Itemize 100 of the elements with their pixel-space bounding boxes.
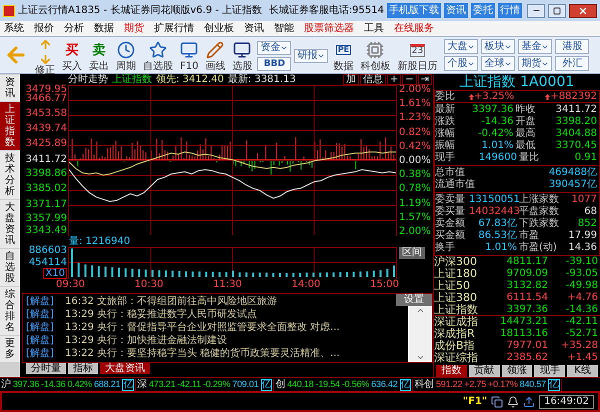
menu-item[interactable]: 报价 xyxy=(34,24,54,34)
toolbar-button[interactable]: 科创板 xyxy=(358,38,392,72)
quote-label: 平盘家数 xyxy=(519,206,560,218)
index-name[interactable]: 上证指数 xyxy=(434,304,486,316)
header-link-button[interactable]: 行情 xyxy=(498,3,522,18)
index-name[interactable]: 上证50 xyxy=(434,280,486,292)
toolbar-button[interactable]: 自选股 xyxy=(141,38,175,72)
news-headline[interactable]: 央行：稳妥推进数字人民币研发试点 xyxy=(97,310,257,320)
quote-value: 149600 xyxy=(478,152,517,164)
dropdown-button[interactable]: 资金 xyxy=(257,40,292,54)
quote-tab[interactable]: 指数 xyxy=(436,365,467,377)
chart-tool-button[interactable]: 加 xyxy=(342,74,359,85)
news-headline[interactable]: 央行：加快推进金融法制建设 xyxy=(97,336,227,346)
market-button[interactable]: 期货 xyxy=(518,56,552,71)
market-button[interactable]: 个股 xyxy=(444,56,478,71)
toolbar-button[interactable]: 卖 卖出 xyxy=(87,38,111,72)
bottom-tab[interactable]: 大盘资讯 xyxy=(100,363,150,374)
news-tag[interactable]: [解盘] xyxy=(23,349,65,360)
upload-icon[interactable] xyxy=(523,396,536,408)
news-tag[interactable]: [解盘] xyxy=(23,336,65,346)
bell-icon[interactable] xyxy=(507,396,520,408)
close-button[interactable] xyxy=(569,4,597,18)
header-link-button[interactable]: 手机版下载 xyxy=(387,3,441,18)
chart-tool-button[interactable]: − xyxy=(402,74,417,85)
side-tab[interactable]: 上证指数 xyxy=(0,102,20,150)
maximize-button[interactable] xyxy=(548,4,566,18)
quote-value: 14032443 xyxy=(469,206,517,218)
scrollbar[interactable] xyxy=(408,306,432,362)
menu-item[interactable]: 分析 xyxy=(64,24,84,34)
news-headline[interactable]: 央行：督促指导平台企业对照监管要求全面整改 对虑... xyxy=(97,322,340,333)
bbd-button[interactable]: BBD xyxy=(257,56,292,70)
toolbar-button[interactable]: 周期 xyxy=(114,38,138,72)
index-name[interactable]: 上证180 xyxy=(434,268,486,280)
index-name[interactable]: 沪深300 xyxy=(434,256,486,268)
quote-tab[interactable]: 领涨 xyxy=(502,365,532,377)
market-button[interactable]: 大盘 xyxy=(444,39,478,54)
bar xyxy=(393,266,395,277)
index-name[interactable]: 深证综指 xyxy=(434,352,486,364)
dropdown-button[interactable]: 研报 xyxy=(294,48,328,62)
quote-tab[interactable]: K线 xyxy=(567,365,598,377)
bottom-tab[interactable]: 分时量 xyxy=(26,363,66,374)
pe-glyph: PE xyxy=(336,45,352,55)
bottom-tab[interactable]: 指标 xyxy=(68,363,98,374)
header-link-button[interactable]: 资讯 xyxy=(444,3,468,18)
menu-item[interactable]: 数据 xyxy=(94,24,114,34)
side-tab[interactable]: 综合排名 xyxy=(0,287,20,335)
help-hint[interactable]: "F1" xyxy=(462,396,488,406)
news-tag[interactable]: [解盘] xyxy=(23,322,65,333)
toolbar-button[interactable]: F10 xyxy=(178,38,200,72)
toolbar-button[interactable]: PE 数据 xyxy=(331,38,356,72)
menu-item[interactable]: 扩展行情 xyxy=(154,24,194,34)
side-tab[interactable]: 大盘资讯 xyxy=(0,200,20,248)
news-headline[interactable]: 文旅部：不得组团前往高中风险地区旅游 xyxy=(97,296,277,307)
chart-tool-button[interactable]: 信息 xyxy=(360,74,386,85)
market-button[interactable]: 全球 xyxy=(481,56,516,71)
toolbar-button[interactable]: 买 买入 xyxy=(60,38,84,72)
side-tab[interactable]: 资讯 xyxy=(0,75,20,101)
bar xyxy=(372,270,375,277)
menu-item[interactable]: 期货 xyxy=(124,24,144,34)
bar xyxy=(111,267,114,277)
header-link-button[interactable]: 委托 xyxy=(471,3,495,18)
time-axis-label: 14:00 xyxy=(292,280,320,290)
toolbar-button[interactable]: 画线 xyxy=(203,38,228,72)
quote-value: 17.99 xyxy=(567,230,598,242)
range-button[interactable]: 区间 xyxy=(399,247,425,259)
quote-tab[interactable]: 现手 xyxy=(534,365,566,377)
market-button[interactable]: 外汇 xyxy=(555,56,590,71)
index-name[interactable]: 深证成指 xyxy=(434,316,486,328)
side-tab[interactable]: 技术分析 xyxy=(0,151,20,199)
bar xyxy=(299,272,302,277)
bar xyxy=(71,248,73,277)
minimize-button[interactable] xyxy=(527,4,545,18)
menu-item[interactable]: 股票筛选器 xyxy=(304,24,354,34)
buy-glyph: 买 xyxy=(66,44,78,56)
menu-item[interactable]: 工具 xyxy=(364,24,384,34)
market-button[interactable]: 基金 xyxy=(518,39,552,54)
chart-tool-button[interactable]: ⇥ xyxy=(418,74,432,85)
index-name[interactable]: 上证380 xyxy=(434,292,486,304)
side-tab[interactable]: 自选股 xyxy=(0,249,20,286)
bar xyxy=(339,272,342,277)
toolbar-button[interactable]: 选股 xyxy=(230,38,254,72)
market-button[interactable]: 板块 xyxy=(481,39,516,54)
settings-button[interactable]: 设置 xyxy=(396,294,432,306)
menu-item[interactable]: 在线服务 xyxy=(394,24,434,34)
quote-tab[interactable]: 贡献 xyxy=(468,365,500,377)
news-tag[interactable]: [解盘] xyxy=(23,310,65,320)
menu-item[interactable]: 智能 xyxy=(274,24,294,34)
menu-item[interactable]: 资讯 xyxy=(244,24,264,34)
toolbar-button[interactable]: 23 新股日历 xyxy=(395,38,440,72)
news-headline[interactable]: 央行：要坚持稳字当头 稳健的货币政策要灵活精准、... xyxy=(97,349,340,360)
side-tab[interactable]: 更多 xyxy=(0,336,20,362)
percent-axis-label: 0.78% xyxy=(399,184,432,194)
index-name[interactable]: 深成指R xyxy=(434,328,486,340)
news-tag[interactable]: [解盘] xyxy=(23,296,65,307)
menu-item[interactable]: 创业板 xyxy=(204,24,234,34)
index-name[interactable]: 成份B指 xyxy=(434,340,486,352)
chart-tool-button[interactable]: + xyxy=(386,74,402,85)
market-button[interactable]: 港股 xyxy=(555,39,590,54)
quote-value: 3398.20 xyxy=(556,116,598,128)
menu-item[interactable]: 系统 xyxy=(4,24,24,34)
